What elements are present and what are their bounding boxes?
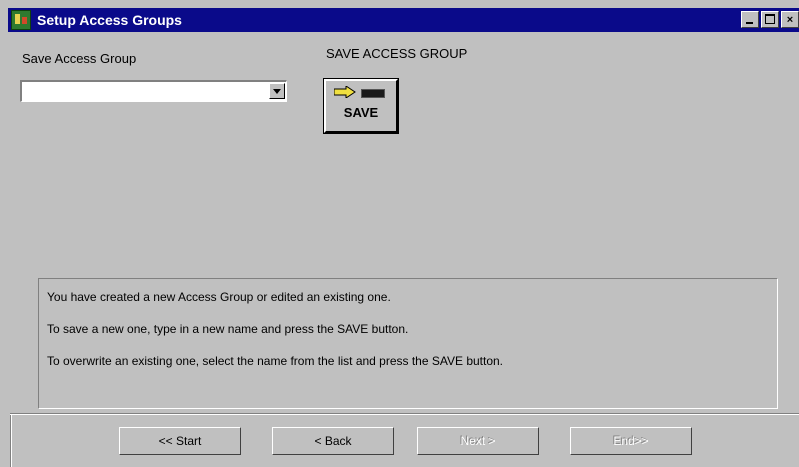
end-button[interactable]: End>> (570, 427, 692, 455)
start-button[interactable]: << Start (119, 427, 241, 455)
close-button[interactable]: × (781, 11, 799, 28)
section-title: SAVE ACCESS GROUP (326, 46, 468, 61)
window-title: Setup Access Groups (37, 12, 182, 28)
maximize-button[interactable] (761, 11, 779, 28)
instruction-line: You have created a new Access Group or e… (47, 290, 391, 304)
instruction-line: To overwrite an existing one, select the… (47, 354, 504, 368)
back-button[interactable]: < Back (272, 427, 394, 455)
footer-divider (10, 413, 799, 415)
window-controls: × (739, 11, 799, 28)
next-button[interactable]: Next > (417, 427, 539, 455)
dropdown-arrow-button[interactable] (269, 83, 285, 99)
maximize-icon (765, 14, 775, 24)
save-button[interactable]: SAVE (323, 78, 399, 134)
access-group-combobox[interactable] (20, 80, 287, 102)
save-access-group-label: Save Access Group (22, 51, 137, 66)
title-bar[interactable]: Setup Access Groups × (8, 8, 799, 32)
disk-slot-icon (361, 89, 385, 98)
instruction-line: To save a new one, type in a new name an… (47, 322, 409, 336)
setup-access-groups-window: Setup Access Groups × Save Access Group … (0, 0, 799, 467)
app-icon (11, 10, 31, 30)
footer-left-divider (10, 415, 12, 467)
minimize-icon (746, 22, 753, 24)
save-button-label: SAVE (343, 105, 379, 120)
minimize-button[interactable] (741, 11, 759, 28)
arrow-right-icon (334, 86, 356, 98)
close-icon: × (786, 13, 794, 26)
instructions-panel: You have created a new Access Group or e… (38, 278, 778, 409)
